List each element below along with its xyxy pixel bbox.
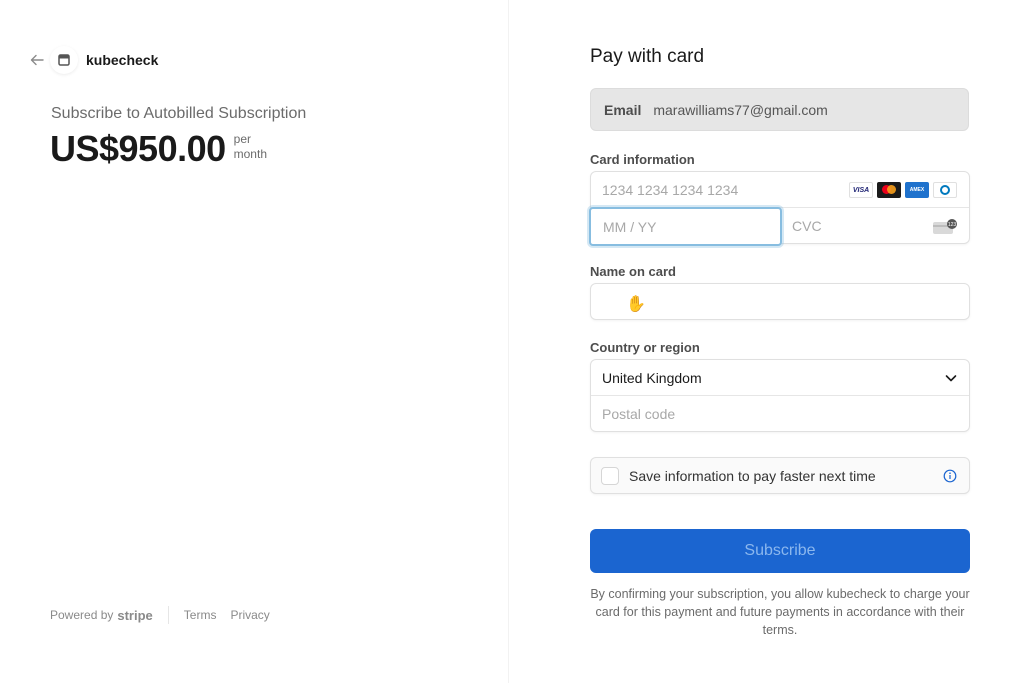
hand-cursor-icon: ✋	[626, 296, 646, 313]
terms-notice: By confirming your subscription, you all…	[590, 587, 970, 637]
postal-code-input[interactable]: Postal code	[591, 396, 969, 432]
email-label: Email	[604, 101, 642, 118]
country-value: United Kingdom	[602, 369, 702, 386]
svg-text:123: 123	[948, 222, 957, 228]
cvc-input[interactable]: CVC 123	[781, 208, 969, 244]
name-label: Name on card	[590, 264, 676, 279]
price-row: US$950.00 per month	[50, 128, 267, 170]
payment-panel: Pay with card Email marawilliams77@gmail…	[509, 0, 1024, 683]
expiry-input[interactable]: MM / YY	[589, 207, 782, 246]
postal-placeholder: Postal code	[602, 406, 676, 422]
store-icon	[58, 54, 70, 66]
form-title: Pay with card	[590, 46, 705, 67]
period-line1: per	[233, 132, 251, 146]
merchant-name: kubecheck	[86, 52, 159, 68]
info-icon[interactable]	[943, 469, 957, 483]
cvc-card-icon: 123	[933, 219, 957, 234]
card-info-label: Card information	[590, 152, 695, 167]
card-number-input[interactable]: 1234 1234 1234 1234 VISA AMEX	[591, 172, 969, 208]
price-amount: US$950.00	[50, 128, 226, 169]
powered-by-text: Powered by	[50, 608, 114, 622]
period-line2: month	[233, 147, 267, 161]
card-info-group: 1234 1234 1234 1234 VISA AMEX MM / YY CV…	[589, 171, 970, 246]
merchant-header: kubecheck	[28, 46, 158, 74]
address-group: United Kingdom Postal code	[590, 359, 970, 432]
stripe-logo[interactable]: stripe	[117, 608, 152, 623]
save-info-label: Save information to pay faster next time	[629, 467, 876, 484]
country-select[interactable]: United Kingdom	[591, 360, 969, 396]
save-info-checkbox[interactable]	[601, 466, 619, 485]
card-brands: VISA AMEX	[849, 182, 957, 198]
amex-icon: AMEX	[905, 182, 929, 198]
diners-icon	[933, 182, 957, 198]
name-on-card-input[interactable]: ✋	[590, 283, 970, 320]
email-value: marawilliams77@gmail.com	[653, 101, 828, 118]
country-label: Country or region	[590, 340, 700, 355]
subscribe-button[interactable]: Subscribe	[590, 529, 970, 573]
footer: Powered by stripe Terms Privacy	[50, 606, 284, 624]
merchant-logo	[50, 46, 78, 74]
mastercard-icon	[877, 182, 901, 198]
chevron-down-icon	[945, 375, 957, 382]
arrow-left-icon	[30, 54, 44, 66]
expiry-placeholder: MM / YY	[603, 218, 657, 235]
privacy-link[interactable]: Privacy	[230, 608, 269, 622]
terms-link[interactable]: Terms	[184, 608, 217, 622]
back-button[interactable]	[28, 48, 46, 72]
visa-icon: VISA	[849, 182, 873, 198]
order-summary-panel: kubecheck Subscribe to Autobilled Subscr…	[0, 0, 509, 683]
footer-divider	[167, 606, 169, 624]
card-number-placeholder: 1234 1234 1234 1234	[602, 181, 739, 198]
cvc-placeholder: CVC	[792, 218, 822, 234]
product-name: Subscribe to Autobilled Subscription	[51, 105, 307, 122]
save-info-row[interactable]: Save information to pay faster next time	[590, 457, 970, 494]
email-field: Email marawilliams77@gmail.com	[590, 88, 969, 131]
billing-period: per month	[234, 132, 267, 162]
